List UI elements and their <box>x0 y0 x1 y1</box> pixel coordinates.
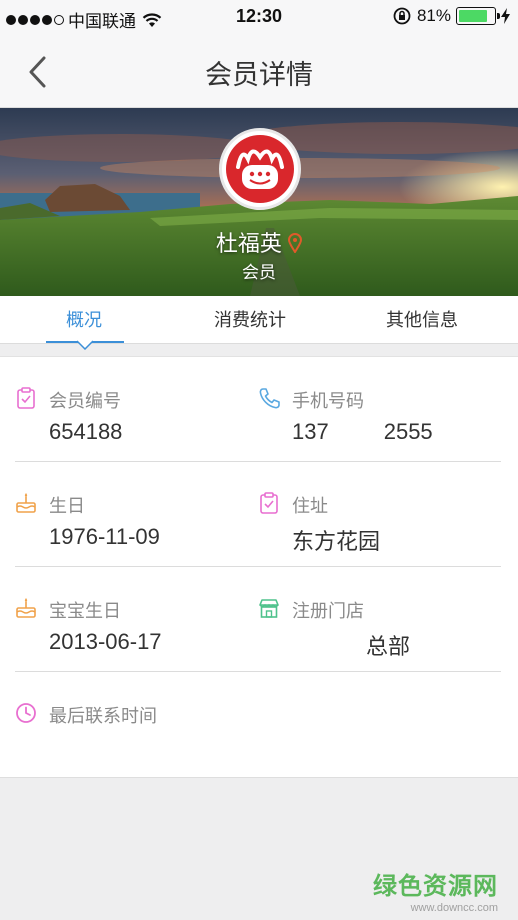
watermark: 绿色资源网 www.downcc.com <box>373 866 498 914</box>
avatar[interactable] <box>219 128 301 210</box>
member-number-label: 会员编号 <box>49 391 121 411</box>
cake-icon <box>16 598 36 618</box>
store-label: 注册门店 <box>292 601 364 621</box>
member-name: 杜福英 <box>215 231 282 256</box>
row-divider <box>15 566 501 567</box>
location-pin-icon <box>288 233 303 253</box>
last-contact-label: 最后联系时间 <box>49 706 157 726</box>
clipboard-icon <box>17 387 35 409</box>
birthday-label: 生日 <box>49 496 85 516</box>
store-value: 总部 <box>366 634 411 659</box>
phone-icon[interactable] <box>258 387 280 409</box>
birthday-value: 1976-11-09 <box>49 524 160 549</box>
baby-birthday-value: 2013-06-17 <box>49 629 162 654</box>
phone-label: 手机号码 <box>292 391 364 411</box>
baby-birthday-label: 宝宝生日 <box>49 601 121 621</box>
page-title: 会员详情 <box>205 60 313 90</box>
avatar-face-icon <box>226 135 294 203</box>
store-icon <box>259 599 279 618</box>
active-tab-caret <box>77 340 93 350</box>
tab-overview[interactable]: 概况 <box>66 306 102 332</box>
phone-value[interactable]: 137 2555 <box>292 419 433 445</box>
member-number-value: 654188 <box>49 419 123 444</box>
clock-icon <box>16 703 36 723</box>
watermark-url: www.downcc.com <box>410 902 498 914</box>
tab-other-info[interactable]: 其他信息 <box>386 306 458 332</box>
rotation-lock-icon <box>393 7 411 25</box>
row-divider <box>15 671 501 672</box>
tab-consumption-stats[interactable]: 消费统计 <box>214 306 286 332</box>
address-label: 住址 <box>292 496 328 516</box>
tab-bar: 概况 消费统计 其他信息 <box>0 296 518 350</box>
address-value: 东方花园 <box>292 529 381 554</box>
battery-icon <box>456 7 500 25</box>
battery-percent: 81% <box>416 6 451 25</box>
watermark-title: 绿色资源网 <box>373 873 498 900</box>
cake-icon <box>16 493 36 513</box>
row-divider <box>15 461 501 462</box>
status-bar: 中国联通 12:30 81% <box>0 0 518 34</box>
clipboard-icon <box>260 492 278 514</box>
navigation-bar: 会员详情 <box>0 34 518 108</box>
member-info-card: 会员编号 654188 手机号码 137 2555 生日 1976-11-09 … <box>0 356 518 778</box>
member-name-row: 杜福英 <box>0 226 518 258</box>
charging-icon <box>501 8 510 24</box>
member-level: 会员 <box>242 263 276 282</box>
profile-banner: 杜福英 会员 <box>0 108 518 296</box>
